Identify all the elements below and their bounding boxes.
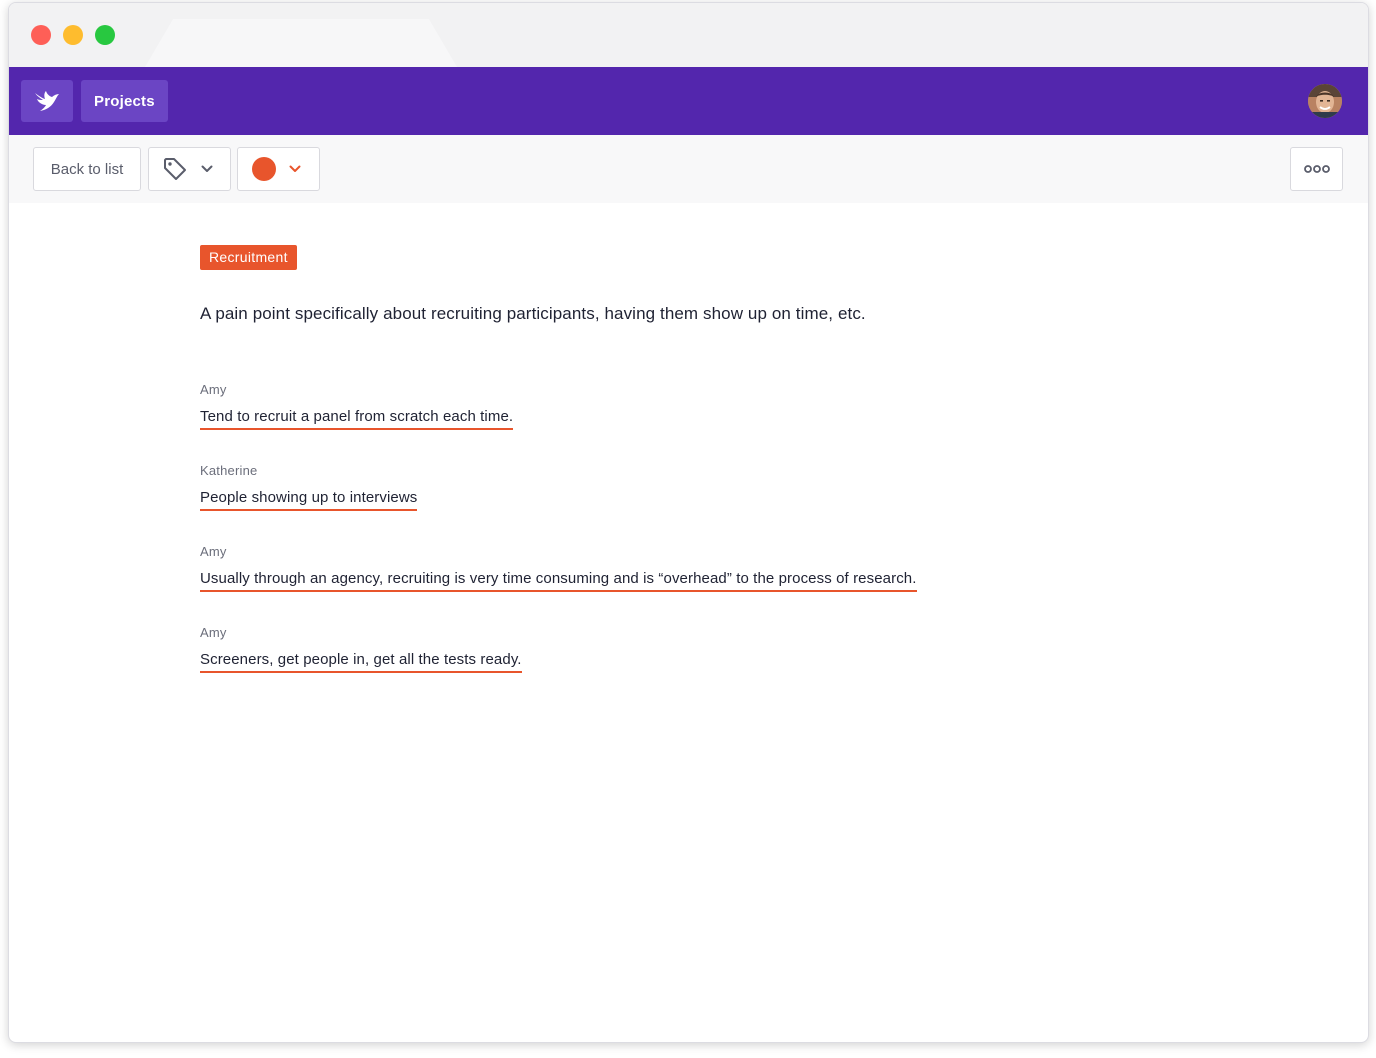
quote-author: Amy bbox=[200, 625, 227, 640]
home-logo-button[interactable] bbox=[21, 80, 73, 122]
projects-button[interactable]: Projects bbox=[81, 80, 168, 122]
quote-text[interactable]: People showing up to interviews bbox=[200, 489, 418, 511]
quote-author: Amy bbox=[200, 544, 227, 559]
color-swatch bbox=[252, 157, 276, 181]
close-window-button[interactable] bbox=[31, 25, 51, 45]
user-avatar[interactable] bbox=[1308, 84, 1342, 118]
quote-text[interactable]: Screeners, get people in, get all the te… bbox=[200, 651, 522, 673]
minimize-window-button[interactable] bbox=[63, 25, 83, 45]
more-options-button[interactable] bbox=[1290, 147, 1343, 191]
quote-item: Amy Tend to recruit a panel from scratch… bbox=[200, 382, 1300, 430]
title-bar bbox=[9, 3, 1368, 67]
quote-item: Amy Screeners, get people in, get all th… bbox=[200, 625, 1300, 673]
tag-label[interactable]: Recruitment bbox=[200, 245, 297, 270]
avatar-image bbox=[1308, 84, 1342, 118]
browser-window: Projects Back to list Recruitment A pain… bbox=[8, 2, 1369, 1043]
toolbar: Back to list bbox=[9, 135, 1368, 203]
quote-text[interactable]: Usually through an agency, recruiting is… bbox=[200, 570, 917, 592]
browser-tab[interactable] bbox=[145, 19, 457, 67]
quote-author: Katherine bbox=[200, 463, 258, 478]
insight-description: A pain point specifically about recruiti… bbox=[200, 304, 866, 323]
more-dots-icon bbox=[1303, 165, 1330, 173]
color-dropdown-button[interactable] bbox=[237, 147, 320, 191]
back-to-list-button[interactable]: Back to list bbox=[33, 147, 141, 191]
app-header: Projects bbox=[9, 67, 1368, 135]
quote-item: Amy Usually through an agency, recruitin… bbox=[200, 544, 1300, 592]
maximize-window-button[interactable] bbox=[95, 25, 115, 45]
quotes-list: Amy Tend to recruit a panel from scratch… bbox=[200, 382, 1300, 673]
insight-content: Recruitment A pain point specifically ab… bbox=[200, 245, 1300, 673]
quote-item: Katherine People showing up to interview… bbox=[200, 463, 1300, 511]
chevron-down-icon bbox=[289, 165, 301, 172]
tag-dropdown-button[interactable] bbox=[148, 147, 231, 191]
tag-icon bbox=[164, 158, 186, 180]
chevron-down-icon bbox=[201, 165, 213, 172]
quote-text[interactable]: Tend to recruit a panel from scratch eac… bbox=[200, 408, 514, 430]
bird-logo-icon bbox=[35, 91, 59, 111]
quote-author: Amy bbox=[200, 382, 227, 397]
